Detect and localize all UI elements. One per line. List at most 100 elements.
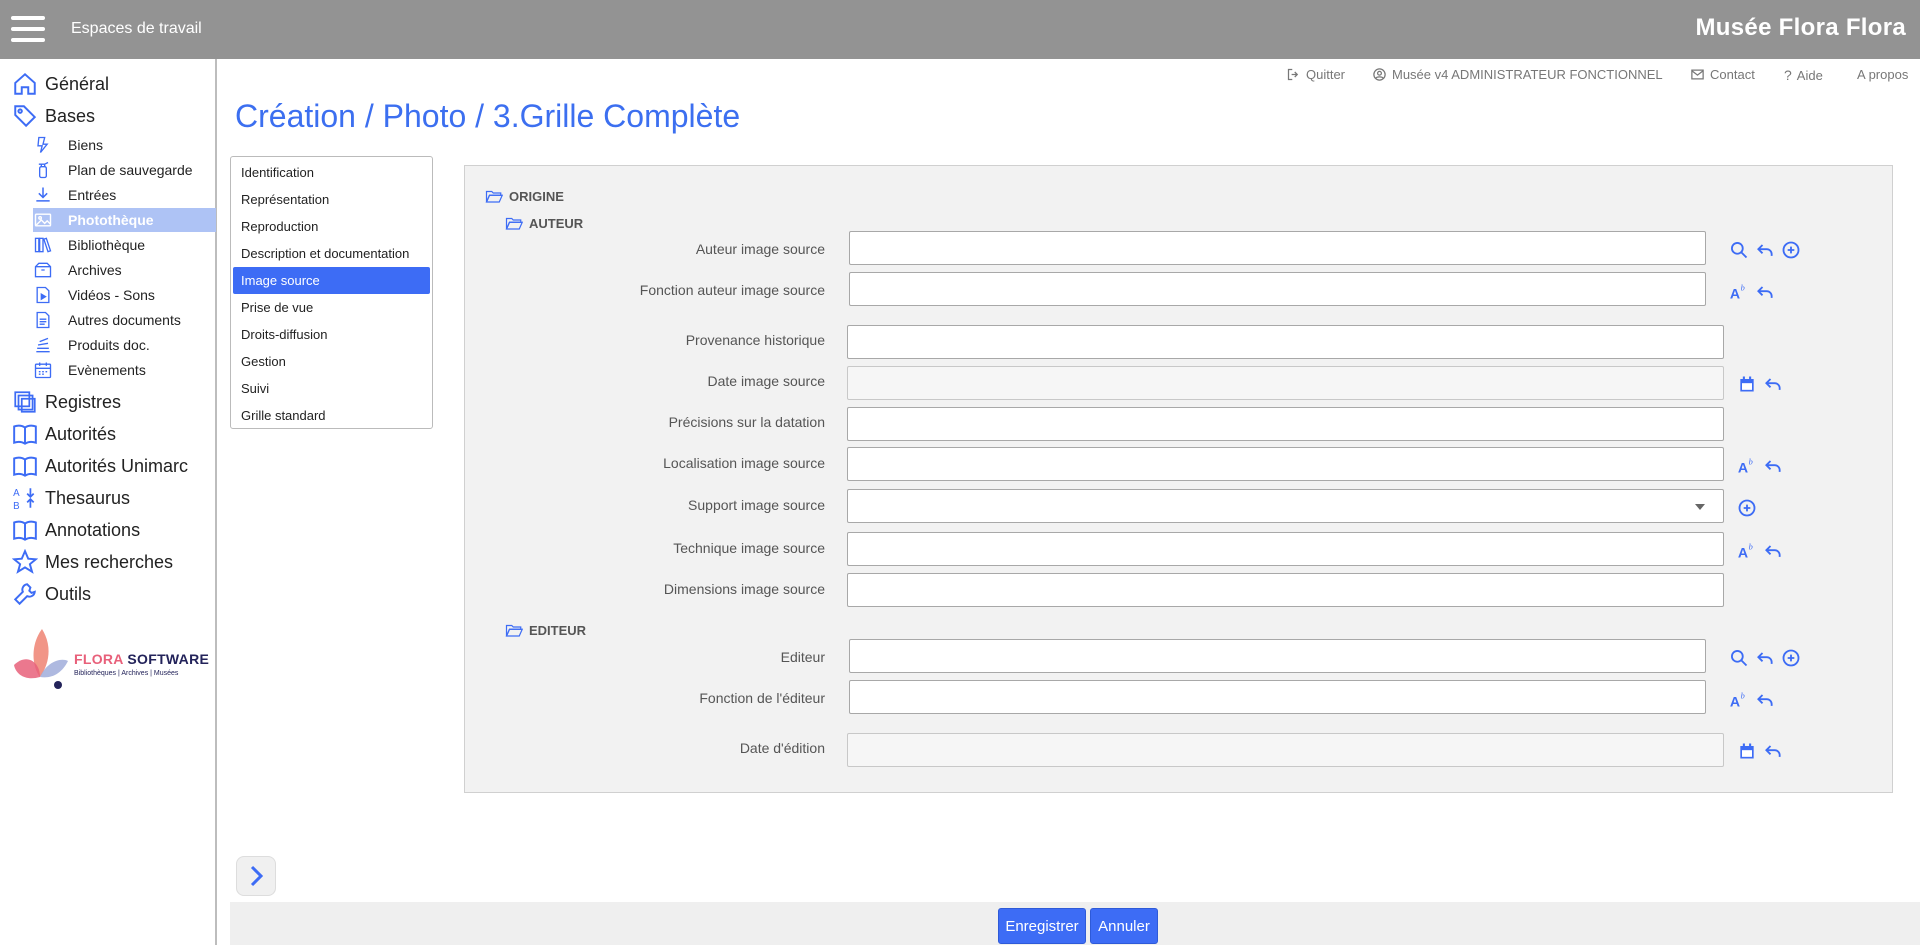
sidebar-item-phototheque[interactable]: Photothèque <box>33 208 216 232</box>
sidebar-item-autorites[interactable]: Autorités <box>12 419 116 449</box>
sidebar-item-entrees[interactable]: Entrées <box>33 183 216 207</box>
sidebar: Général Bases Biens Plan de sauvegarde E… <box>0 59 217 945</box>
fonction-auteur-field[interactable] <box>849 272 1706 306</box>
text-format-icon[interactable]: Ab <box>1729 690 1749 710</box>
sidebar-item-archives[interactable]: Archives <box>33 258 216 282</box>
auteur-image-source-field[interactable] <box>849 231 1706 265</box>
search-icon[interactable] <box>1729 648 1749 668</box>
precisions-datation-field[interactable] <box>847 407 1724 441</box>
tab-identification[interactable]: Identification <box>233 159 430 186</box>
undo-icon[interactable] <box>1763 541 1783 561</box>
undo-icon[interactable] <box>1763 374 1783 394</box>
tab-grille-standard[interactable]: Grille standard <box>233 402 430 429</box>
svg-text:A: A <box>1738 461 1748 476</box>
flora-tagline: Bibliothèques | Archives | Musées <box>74 670 179 677</box>
undo-icon[interactable] <box>1763 456 1783 476</box>
tab-gestion[interactable]: Gestion <box>233 348 430 375</box>
about-link[interactable]: A propos <box>1857 67 1908 82</box>
section-auteur[interactable]: AUTEUR <box>505 215 583 231</box>
dimensions-image-source-label: Dimensions image source <box>663 581 825 597</box>
text-format-icon[interactable]: Ab <box>1737 541 1757 561</box>
sidebar-item-evenements[interactable]: Evènements <box>33 358 216 382</box>
sidebar-item-mes-recherches[interactable]: Mes recherches <box>12 547 173 577</box>
tab-description-documentation[interactable]: Description et documentation <box>233 240 430 267</box>
provenance-historique-field[interactable] <box>847 325 1724 359</box>
tab-reproduction[interactable]: Reproduction <box>233 213 430 240</box>
tab-droits-diffusion[interactable]: Droits-diffusion <box>233 321 430 348</box>
add-circle-icon[interactable] <box>1781 240 1801 260</box>
sidebar-item-biens[interactable]: Biens <box>33 133 216 157</box>
tab-suivi[interactable]: Suivi <box>233 375 430 402</box>
undo-icon[interactable] <box>1755 648 1775 668</box>
search-icon[interactable] <box>1729 240 1749 260</box>
save-button[interactable]: Enregistrer <box>998 908 1086 944</box>
top-bar: Espaces de travail Musée Flora Flora <box>0 0 1920 59</box>
sidebar-item-autres-documents[interactable]: Autres documents <box>33 308 216 332</box>
date-image-source-field[interactable] <box>847 366 1724 400</box>
question-icon: ? <box>1784 67 1792 83</box>
quit-link[interactable]: Quitter <box>1286 67 1345 82</box>
undo-icon[interactable] <box>1755 690 1775 710</box>
fonction-editeur-label: Fonction de l'éditeur <box>699 690 825 706</box>
support-image-source-select[interactable] <box>847 489 1724 523</box>
section-editeur[interactable]: EDITEUR <box>505 622 586 638</box>
archive-box-icon <box>34 262 52 278</box>
svg-text:b: b <box>1749 457 1753 466</box>
tag-icon <box>14 105 37 128</box>
next-tab-button[interactable] <box>236 856 276 896</box>
sidebar-item-outils[interactable]: Outils <box>12 579 91 609</box>
undo-icon[interactable] <box>1755 282 1775 302</box>
help-link[interactable]: ? Aide <box>1784 67 1823 83</box>
add-circle-icon[interactable] <box>1737 498 1757 518</box>
sidebar-item-plan-sauvegarde[interactable]: Plan de sauvegarde <box>33 158 216 182</box>
museum-title: Musée Flora Flora <box>1695 14 1906 41</box>
add-circle-icon[interactable] <box>1781 648 1801 668</box>
sidebar-item-thesaurus[interactable]: AB Thesaurus <box>12 483 130 513</box>
sidebar-item-bases[interactable]: Bases <box>12 101 95 131</box>
tab-image-source[interactable]: Image source <box>233 267 430 294</box>
editeur-label: Editeur <box>780 649 825 665</box>
undo-icon[interactable] <box>1755 240 1775 260</box>
book-icon <box>13 424 37 445</box>
sidebar-item-general[interactable]: Général <box>12 69 109 99</box>
flora-brand-text: FLORA SOFTWARE <box>74 651 210 667</box>
contact-link[interactable]: Contact <box>1690 67 1755 82</box>
tab-prise-de-vue[interactable]: Prise de vue <box>233 294 430 321</box>
image-icon <box>34 213 52 227</box>
download-icon <box>36 187 50 202</box>
video-file-icon <box>36 286 50 304</box>
text-format-icon[interactable]: Ab <box>1737 456 1757 476</box>
editeur-field[interactable] <box>849 639 1706 673</box>
dimensions-image-source-field[interactable] <box>847 573 1724 607</box>
fonction-editeur-field[interactable] <box>849 680 1706 714</box>
section-origine[interactable]: ORIGINE <box>485 188 564 204</box>
date-edition-label: Date d'édition <box>739 740 825 756</box>
hamburger-menu-icon[interactable] <box>11 16 45 43</box>
registers-icon <box>14 391 36 413</box>
calendar-icon[interactable] <box>1737 741 1757 761</box>
cancel-button[interactable]: Annuler <box>1090 908 1158 944</box>
sidebar-item-bibliotheque[interactable]: Bibliothèque <box>33 233 216 257</box>
undo-icon[interactable] <box>1763 741 1783 761</box>
workspaces-link[interactable]: Espaces de travail <box>71 20 202 38</box>
sidebar-item-produits-doc[interactable]: Produits doc. <box>33 333 216 357</box>
sidebar-item-videos-sons[interactable]: Vidéos - Sons <box>33 283 216 307</box>
svg-text:b: b <box>1741 691 1745 700</box>
calendar-icon[interactable] <box>1737 374 1757 394</box>
svg-text:B: B <box>13 501 20 511</box>
localisation-image-source-field[interactable] <box>847 447 1724 481</box>
biens-icon <box>37 136 49 153</box>
sidebar-item-annotations[interactable]: Annotations <box>12 515 140 545</box>
auteur-image-source-label: Auteur image source <box>695 241 825 257</box>
user-link[interactable]: Musée v4 ADMINISTRATEUR FONCTIONNEL <box>1372 67 1663 82</box>
provenance-historique-label: Provenance historique <box>685 332 825 348</box>
localisation-image-source-label: Localisation image source <box>663 455 825 471</box>
date-edition-field[interactable] <box>847 733 1724 767</box>
sidebar-item-registres[interactable]: Registres <box>12 387 121 417</box>
text-format-icon[interactable]: Ab <box>1729 282 1749 302</box>
folder-open-icon <box>505 217 523 230</box>
tab-representation[interactable]: Représentation <box>233 186 430 213</box>
technique-image-source-field[interactable] <box>847 532 1724 566</box>
sidebar-item-autorites-unimarc[interactable]: Autorités Unimarc <box>12 451 188 481</box>
precisions-datation-label: Précisions sur la datation <box>668 414 825 430</box>
